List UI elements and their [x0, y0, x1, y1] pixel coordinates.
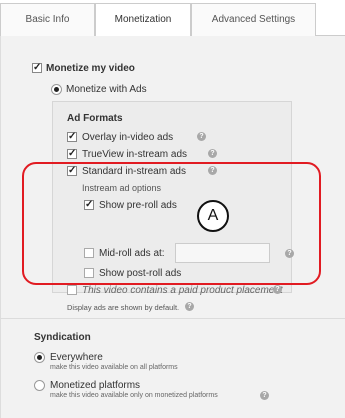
- tab-advanced-settings[interactable]: Advanced Settings: [191, 3, 316, 36]
- monetize-checkbox[interactable]: ✓: [32, 63, 42, 73]
- check-icon: ✓: [33, 62, 42, 73]
- monetized-platforms-desc: make this video available only on moneti…: [50, 392, 218, 399]
- overlay-ads-label: Overlay in-video ads: [82, 132, 174, 143]
- paid-placement-label: This video contains a paid product place…: [82, 285, 283, 296]
- monetize-with-ads-label: Monetize with Ads: [66, 84, 147, 95]
- everywhere-desc: make this video available on all platfor…: [50, 364, 178, 371]
- everywhere-radio[interactable]: [34, 352, 45, 363]
- help-icon[interactable]: ?: [273, 285, 282, 294]
- tab-bar: Basic Info Monetization Advanced Setting…: [0, 0, 345, 37]
- trueview-ads-checkbox[interactable]: ✓: [67, 149, 77, 159]
- monetize-label: Monetize my video: [46, 63, 135, 74]
- annotation-marker-a: A: [197, 200, 229, 232]
- help-icon[interactable]: ?: [208, 149, 217, 158]
- annotation-highlight-ring: [22, 162, 321, 285]
- check-icon: ✓: [68, 148, 77, 159]
- tab-label: Monetization: [114, 14, 172, 25]
- tab-label: Advanced Settings: [211, 14, 296, 25]
- help-glyph: ?: [262, 392, 267, 399]
- help-icon[interactable]: ?: [197, 132, 206, 141]
- display-ads-note: Display ads are shown by default.: [67, 303, 180, 312]
- tab-basic-info[interactable]: Basic Info: [0, 3, 95, 36]
- help-glyph: ?: [187, 303, 192, 310]
- help-icon[interactable]: ?: [260, 391, 269, 400]
- tab-monetization[interactable]: Monetization: [95, 3, 191, 37]
- monetized-platforms-radio[interactable]: [34, 380, 45, 391]
- trueview-ads-label: TrueView in-stream ads: [82, 149, 188, 160]
- everywhere-label: Everywhere: [50, 352, 103, 363]
- check-icon: ✓: [68, 131, 77, 142]
- ad-formats-title: Ad Formats: [67, 113, 123, 124]
- section-divider: [0, 318, 345, 319]
- tab-label: Basic Info: [25, 14, 70, 25]
- help-glyph: ?: [199, 133, 204, 140]
- monetized-platforms-label: Monetized platforms: [50, 380, 141, 391]
- annotation-letter: A: [207, 207, 219, 224]
- monetize-with-ads-radio[interactable]: [51, 84, 62, 95]
- help-glyph: ?: [210, 150, 215, 157]
- help-icon[interactable]: ?: [185, 302, 194, 311]
- paid-placement-checkbox[interactable]: [67, 285, 77, 295]
- help-glyph: ?: [275, 286, 280, 293]
- overlay-ads-checkbox[interactable]: ✓: [67, 132, 77, 142]
- syndication-title: Syndication: [34, 332, 91, 343]
